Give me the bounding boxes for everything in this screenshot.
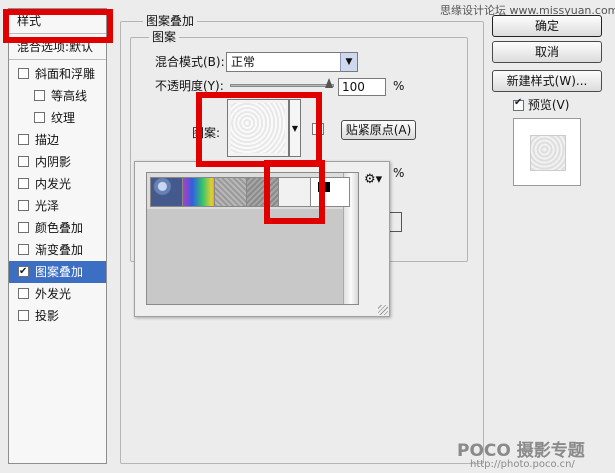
blend-mode-value: 正常 xyxy=(231,55,256,69)
style-item-8[interactable]: 渐变叠加 xyxy=(9,239,106,261)
style-item-label: 斜面和浮雕 xyxy=(35,67,96,81)
highlight-box-selected-style xyxy=(3,9,113,43)
style-item-label: 颜色叠加 xyxy=(35,221,84,235)
checkbox-icon[interactable] xyxy=(18,261,29,283)
blend-mode-select[interactable]: 正常 ▼ xyxy=(226,52,358,72)
preview-thumbnail xyxy=(513,118,581,186)
sub-group-title: 图案 xyxy=(149,28,180,45)
blend-mode-label: 混合模式(B): xyxy=(155,55,225,69)
style-item-label: 内发光 xyxy=(35,177,72,191)
checkbox-icon[interactable] xyxy=(18,288,29,299)
checkbox-icon[interactable] xyxy=(513,95,524,111)
scale-percent: % xyxy=(393,166,405,180)
checkbox-icon[interactable] xyxy=(34,90,45,101)
checkbox-icon[interactable] xyxy=(34,112,45,123)
style-item-label: 光泽 xyxy=(35,199,60,213)
divider xyxy=(9,59,106,60)
new-style-button[interactable]: 新建样式(W)... xyxy=(492,70,602,92)
checkbox-icon[interactable] xyxy=(18,244,29,255)
styles-list-panel: 样式 混合选项:默认 斜面和浮雕等高线纹理描边内阴影内发光光泽颜色叠加渐变叠加图… xyxy=(3,8,113,464)
style-item-7[interactable]: 颜色叠加 xyxy=(9,217,106,239)
style-item-11[interactable]: 投影 xyxy=(9,305,106,327)
checkbox-icon[interactable] xyxy=(18,200,29,211)
preview-texture xyxy=(530,135,566,171)
style-item-0[interactable]: 斜面和浮雕 xyxy=(9,63,106,85)
watermark-url: http://photo.poco.cn/ xyxy=(470,459,575,470)
style-item-2[interactable]: 纹理 xyxy=(9,107,106,129)
checkbox-icon[interactable] xyxy=(18,68,29,79)
cancel-button[interactable]: 取消 xyxy=(492,41,602,63)
style-item-label: 描边 xyxy=(35,133,60,147)
resize-grip-icon[interactable] xyxy=(378,305,388,315)
style-item-10[interactable]: 外发光 xyxy=(9,283,106,305)
opacity-percent: % xyxy=(393,79,405,93)
highlight-box-swatch xyxy=(264,160,325,224)
style-item-label: 图案叠加 xyxy=(35,265,84,279)
style-item-label: 纹理 xyxy=(51,111,76,125)
snap-to-origin-button[interactable]: 贴紧原点(A) xyxy=(341,120,416,140)
checkbox-icon[interactable] xyxy=(18,156,29,167)
chevron-down-icon: ▼ xyxy=(340,53,357,71)
highlight-box-pattern xyxy=(196,92,322,167)
checkbox-icon[interactable] xyxy=(18,310,29,321)
style-item-label: 内阴影 xyxy=(35,155,72,169)
style-item-label: 等高线 xyxy=(51,89,88,103)
style-item-label: 投影 xyxy=(35,309,60,323)
checkbox-icon[interactable] xyxy=(18,134,29,145)
ok-button[interactable]: 确定 xyxy=(492,15,602,37)
style-item-3[interactable]: 描边 xyxy=(9,129,106,151)
opacity-slider-track[interactable] xyxy=(230,84,334,87)
opacity-input[interactable]: 100 xyxy=(338,78,386,96)
watermark-brand: POCO 摄影专题 xyxy=(457,441,585,461)
style-item-5[interactable]: 内发光 xyxy=(9,173,106,195)
preview-label: 预览(V) xyxy=(527,98,570,112)
style-item-4[interactable]: 内阴影 xyxy=(9,151,106,173)
gear-icon[interactable]: ⚙▾ xyxy=(364,172,382,187)
style-item-1[interactable]: 等高线 xyxy=(9,85,106,107)
style-item-label: 外发光 xyxy=(35,287,72,301)
preview-checkbox[interactable]: 预览(V) xyxy=(513,95,570,113)
group-title: 图案叠加 xyxy=(143,12,198,29)
style-item-6[interactable]: 光泽 xyxy=(9,195,106,217)
checkbox-icon[interactable] xyxy=(18,178,29,189)
style-item-9[interactable]: 图案叠加 xyxy=(9,261,106,283)
watermark-top: 思缘设计论坛 www.missyuan.com xyxy=(440,4,615,17)
style-item-label: 渐变叠加 xyxy=(35,243,84,257)
checkbox-icon[interactable] xyxy=(18,222,29,233)
